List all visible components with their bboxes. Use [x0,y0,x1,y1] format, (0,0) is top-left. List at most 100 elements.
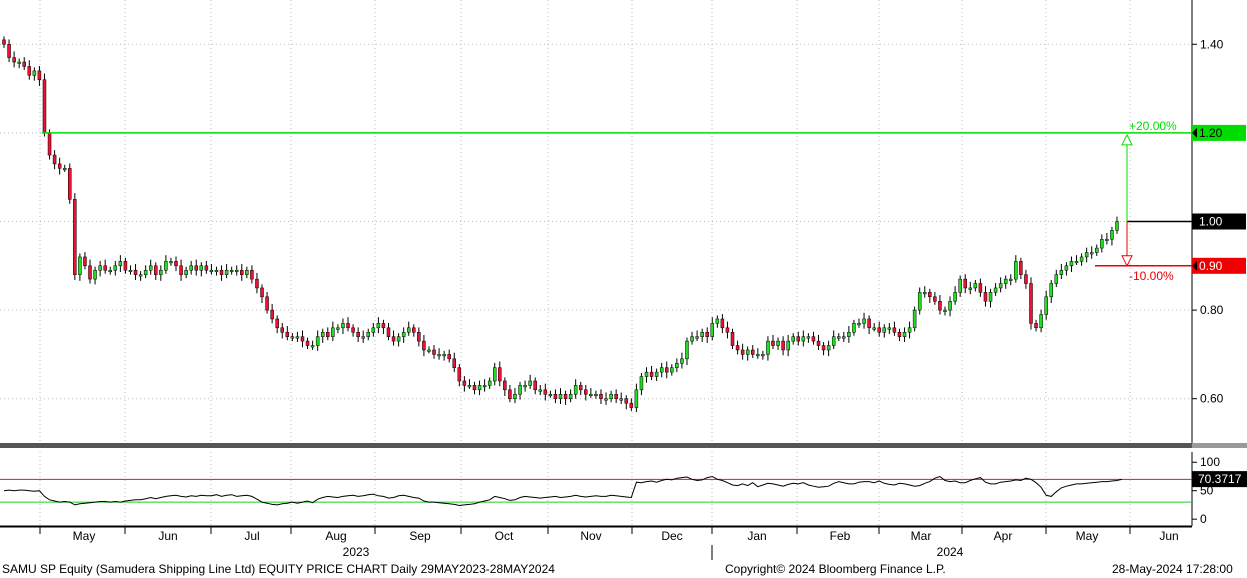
candle [1064,262,1069,276]
candle-body [735,345,740,351]
candle [285,326,290,341]
candle-body [1014,261,1018,280]
candle [1105,233,1109,245]
candle-body [472,385,477,391]
candle [700,328,704,342]
candle-body [649,371,654,377]
candle [184,266,188,279]
candle-body [847,332,851,337]
candle [427,346,431,354]
candle-body [928,292,932,298]
candle [234,265,239,276]
candle [457,364,462,387]
candle [320,328,325,343]
candle-body [993,287,998,293]
candle [943,306,947,316]
candle [750,345,755,358]
candle-body [240,269,244,275]
candle-body [1034,323,1038,329]
candle [22,57,26,70]
candle-body [498,367,502,382]
candle [315,330,320,351]
candle-body [17,61,21,64]
candle-body [1115,221,1119,231]
candle [821,341,826,356]
candle [422,334,426,357]
candle-body [558,394,563,399]
candle [52,150,57,170]
candle-body [1049,283,1053,298]
candle [73,193,77,280]
candle-body [750,349,755,355]
candle [108,266,112,275]
candle-body [740,349,745,355]
candle-body [958,278,962,293]
candle [113,260,118,276]
candle-body [867,318,871,329]
candle [123,257,128,274]
month-label: Feb [830,529,851,543]
candle-body [47,132,52,156]
candle [386,322,391,341]
candle-body [305,340,310,346]
candle [685,337,689,366]
price-targets: +20.00% -10.00% 1.20 1.00 0.90 [42,119,1246,283]
candle-body [523,385,527,388]
candle-body [912,309,917,329]
candle [548,390,553,398]
candle-body [315,336,320,346]
candle [1003,275,1008,289]
candle-body [826,345,831,351]
candle-body [634,389,639,408]
candle-body [1064,265,1069,271]
candle [518,381,522,400]
candle [503,377,507,397]
candle-body [113,265,118,271]
candle-body [953,292,957,302]
candle-body [164,261,168,271]
year-label: 2024 [937,545,964,559]
panel-separator [0,443,1192,448]
candle [290,333,295,342]
candle-body [482,385,487,388]
candle [93,266,97,285]
candle [432,345,436,359]
price-candles [2,36,1119,412]
candle [245,266,249,279]
candle-body [487,380,492,386]
candle-body [998,283,1003,289]
candle [194,259,198,276]
candle [12,51,16,68]
candle-body [422,340,426,351]
candle [280,322,284,339]
candle-body [1003,278,1008,284]
candle-body [776,340,780,346]
candle [98,260,102,277]
candle-body [761,354,765,357]
candle [361,330,365,343]
candle-body [659,367,664,373]
chart-timestamp: 28-May-2024 17:28:00 [1112,562,1233,576]
candle [57,157,62,175]
candle [498,361,502,387]
candle-body [270,309,274,320]
price-tick-label: 1.40 [1200,37,1224,51]
candle-body [538,389,543,392]
candle-body [609,394,613,399]
candle [103,259,107,274]
candle-body [128,269,133,272]
candle-body [938,300,942,311]
candle [923,286,927,298]
candle-body [1084,252,1089,258]
candle-body [123,261,128,271]
upper-target-value: 1.20 [1199,126,1223,140]
candle-body [442,354,446,357]
candle [62,164,67,172]
candle [275,315,279,334]
candle-body [503,380,507,391]
candle [543,383,548,401]
candle [1044,290,1048,320]
candle [801,330,806,347]
candle-body [138,274,143,277]
candle [366,328,371,341]
